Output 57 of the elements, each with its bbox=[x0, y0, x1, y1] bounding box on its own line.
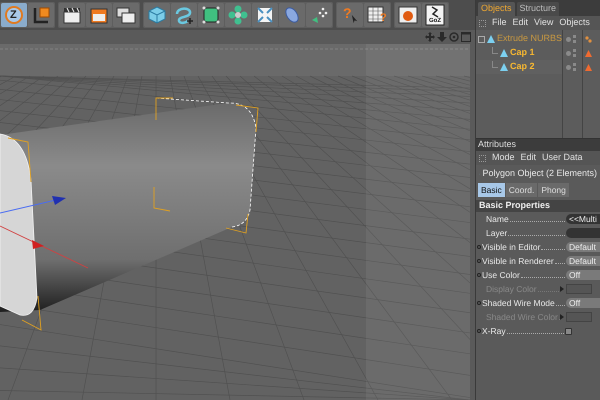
cube-icon bbox=[146, 4, 168, 26]
text-field[interactable] bbox=[566, 228, 600, 238]
grip-icon bbox=[479, 20, 486, 26]
cube-button[interactable] bbox=[144, 3, 170, 27]
section-header: Basic Properties bbox=[476, 200, 600, 212]
dropdown[interactable]: Off bbox=[566, 298, 600, 308]
dropdown[interactable]: Default bbox=[566, 256, 600, 266]
property-label: Visible in Renderer bbox=[482, 254, 554, 268]
checkbox[interactable] bbox=[565, 328, 572, 335]
rotate-icon[interactable] bbox=[449, 32, 459, 42]
menu-item[interactable]: Objects bbox=[559, 16, 590, 30]
arrows-inward-button[interactable] bbox=[252, 3, 278, 27]
object-name[interactable]: Extrude NURBS bbox=[496, 32, 562, 46]
attribute-tab[interactable]: Coord. bbox=[506, 183, 538, 197]
z-logo-icon bbox=[3, 4, 25, 26]
particles-button[interactable] bbox=[306, 3, 332, 27]
dots-tag-icon[interactable] bbox=[585, 36, 592, 42]
property-label: Name bbox=[485, 212, 509, 226]
axis-button[interactable] bbox=[28, 3, 54, 27]
menu-item[interactable]: Edit bbox=[520, 151, 536, 165]
rounded-cube-button[interactable] bbox=[198, 3, 224, 27]
goz-icon bbox=[424, 4, 446, 26]
text-field[interactable]: <<Multi bbox=[566, 214, 600, 224]
z-logo-button[interactable]: Z bbox=[1, 3, 27, 27]
collapse-toggle-icon[interactable] bbox=[478, 36, 485, 42]
clapper-stack-button[interactable] bbox=[113, 3, 139, 27]
menu-item[interactable]: File bbox=[492, 16, 507, 30]
menu-item[interactable]: Edit bbox=[512, 16, 528, 30]
attribute-tab[interactable]: Phong bbox=[538, 183, 569, 197]
flower-icon bbox=[227, 4, 249, 26]
down-arrow-icon[interactable] bbox=[437, 32, 447, 42]
grip-icon bbox=[479, 154, 486, 162]
maximize-icon[interactable] bbox=[461, 32, 471, 42]
spline-button[interactable] bbox=[171, 3, 197, 27]
panel-title: Attributes bbox=[476, 139, 600, 151]
menu-item[interactable]: View bbox=[534, 16, 554, 30]
attribute-tab[interactable]: Basic bbox=[478, 183, 505, 197]
panel-tab[interactable]: Structure bbox=[516, 2, 560, 16]
clapper-button[interactable] bbox=[59, 3, 85, 27]
dropdown[interactable]: Off bbox=[566, 270, 600, 280]
property-label: X-Ray bbox=[482, 324, 506, 338]
object-title: Polygon Object (2 Elements) bbox=[482, 167, 597, 180]
disc-button[interactable] bbox=[279, 3, 305, 27]
clapper-button[interactable] bbox=[86, 3, 112, 27]
tree-line bbox=[492, 46, 498, 54]
tree-line bbox=[492, 60, 498, 68]
panel-tab[interactable]: Objects bbox=[478, 2, 515, 16]
property-label: Layer bbox=[485, 226, 508, 240]
dropdown[interactable]: Default bbox=[566, 242, 600, 252]
menu-item[interactable]: User Data bbox=[542, 151, 583, 165]
object-name[interactable]: Cap 1 bbox=[510, 46, 535, 60]
menu-item[interactable]: Mode bbox=[492, 151, 515, 165]
move-icon[interactable] bbox=[425, 32, 435, 42]
rounded-cube-icon bbox=[200, 4, 222, 26]
property-label: Visible in Editor bbox=[482, 240, 540, 254]
property-label: Use Color bbox=[482, 268, 520, 282]
property-label: Shaded Wire Mode bbox=[482, 296, 555, 310]
